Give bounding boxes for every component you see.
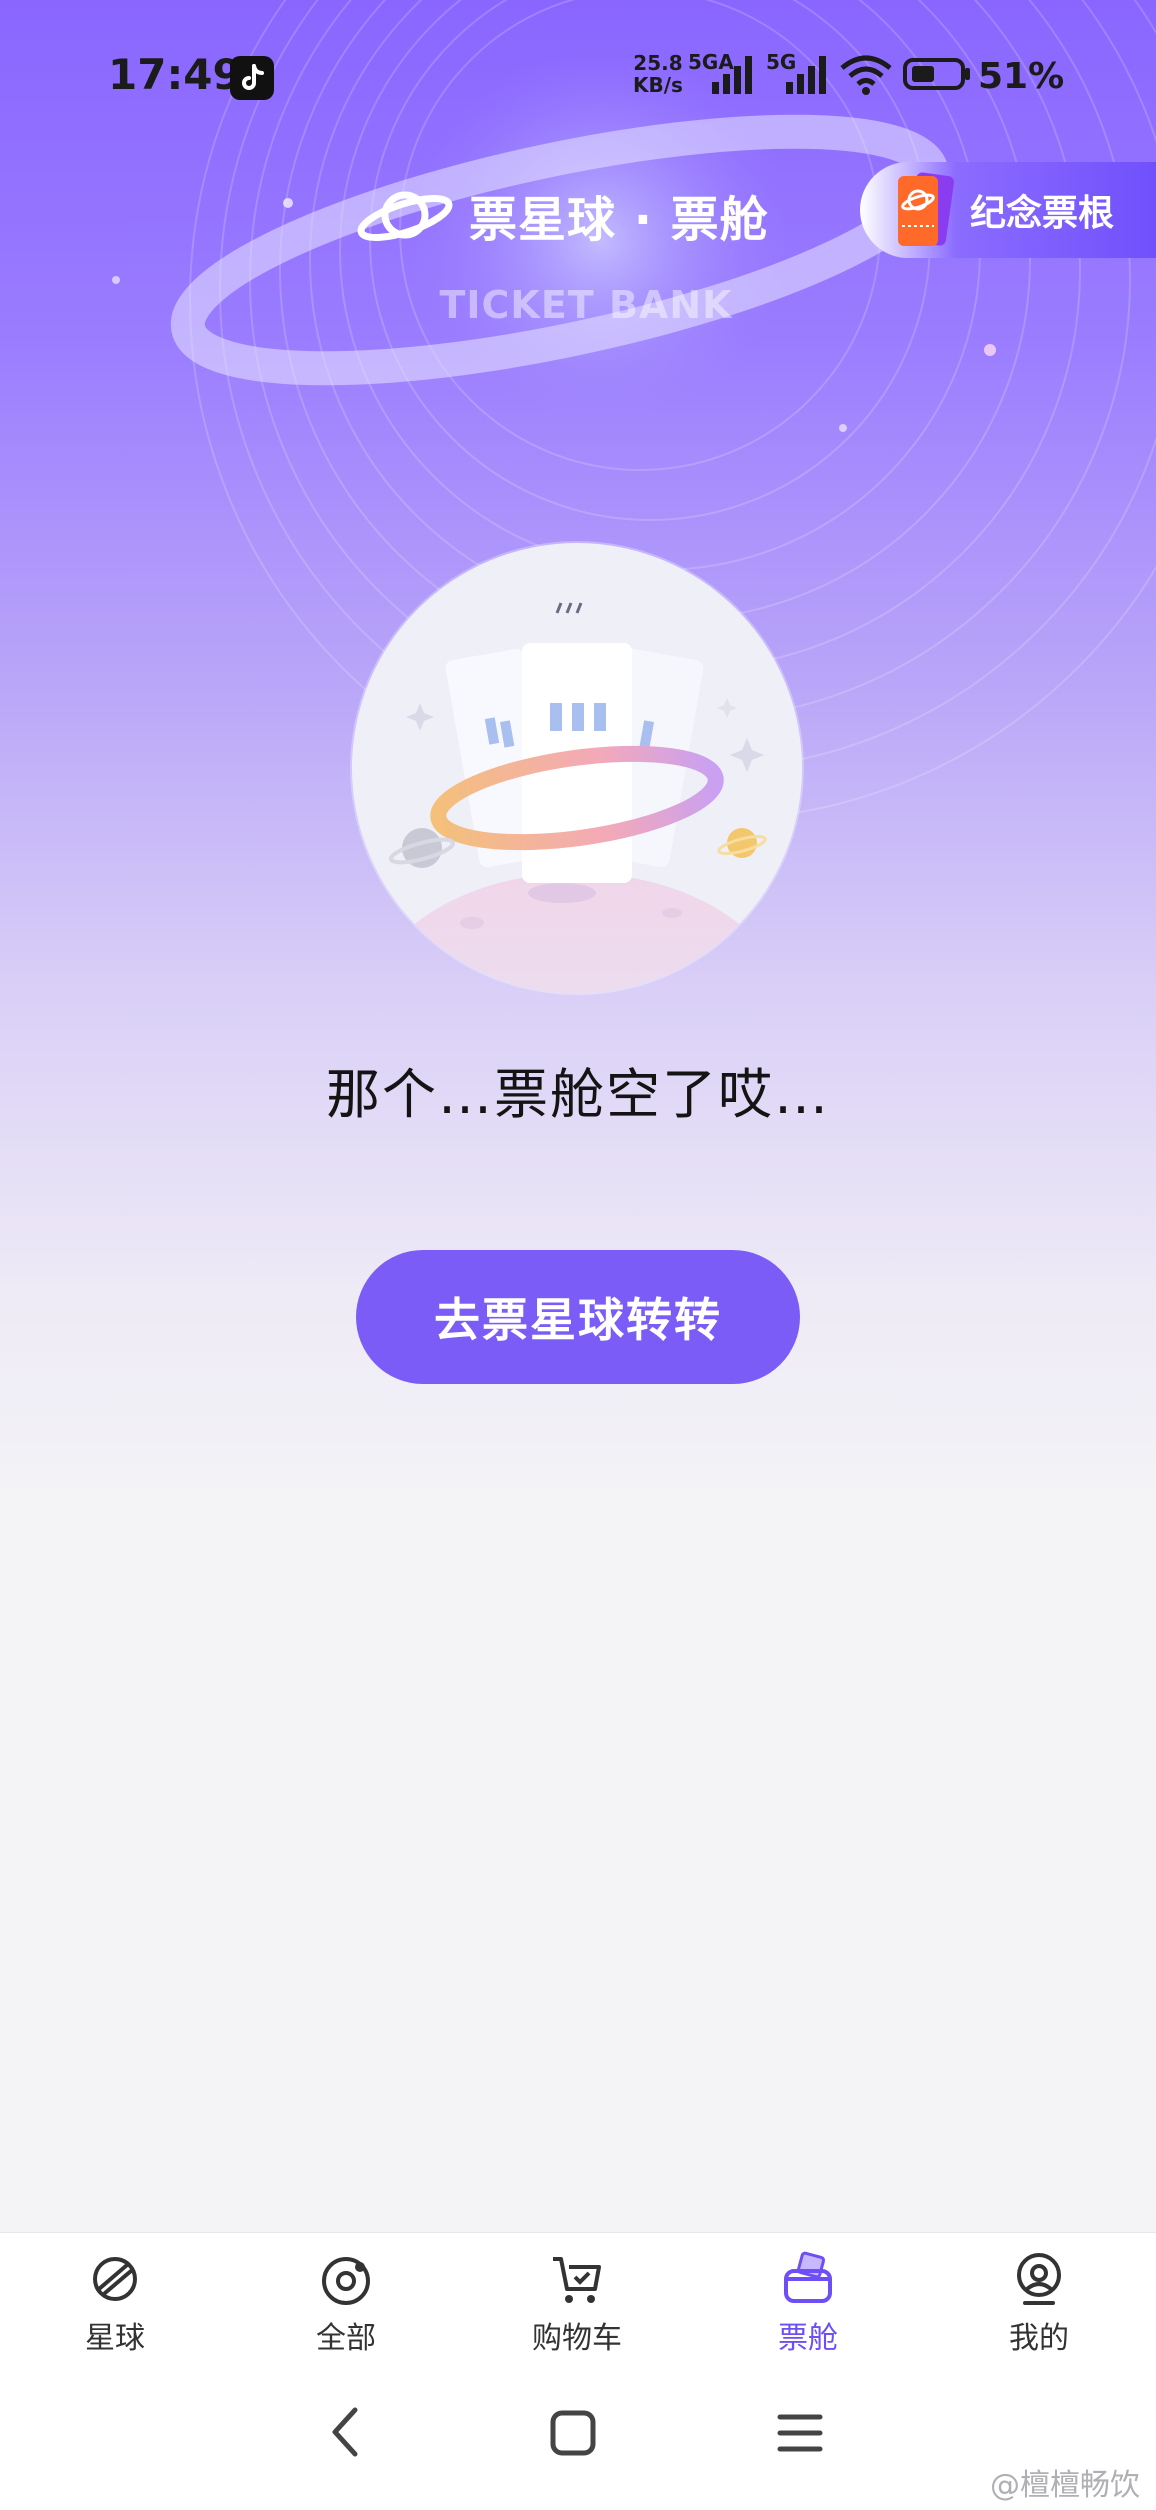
signal-icon-2	[786, 56, 826, 94]
tab-all[interactable]: 全部	[266, 2249, 426, 2357]
watermark-text: @檀檀畅饮	[990, 2468, 1140, 2503]
empty-state-message: 那个…票舱空了哎…	[326, 1063, 830, 1126]
souvenir-ticket-button[interactable]: 纪念票根	[860, 162, 1156, 258]
tab-label: 全部	[316, 2321, 376, 2356]
tab-label: 票舱	[778, 2321, 838, 2356]
battery-icon	[903, 58, 970, 90]
planet-logo-icon	[357, 191, 453, 241]
go-explore-button[interactable]: 去票星球转转	[356, 1250, 800, 1384]
network-speed-value: 25.8	[633, 51, 683, 75]
network-speed: 25.8 KB/s	[633, 52, 683, 96]
tab-ticket-wallet[interactable]: 票舱	[728, 2249, 888, 2357]
planet-icon	[93, 2257, 137, 2301]
tiktok-notification-icon	[230, 56, 274, 100]
souvenir-ticket-label: 纪念票根	[970, 193, 1115, 234]
tab-label: 星球	[85, 2321, 145, 2356]
system-navigation-bar	[0, 2382, 1156, 2510]
tab-label: 购物车	[532, 2321, 622, 2356]
wifi-icon	[840, 55, 892, 95]
status-bar: 17:49 25.8 KB/s 5GA 5G 51%	[0, 0, 1156, 150]
brand-title: 票星球 · 票舱	[355, 180, 769, 250]
bottom-tab-bar: 星球 全部 购物车 票舱 我的	[0, 2232, 1156, 2383]
profile-icon	[1017, 2253, 1061, 2305]
network-speed-unit: KB/s	[633, 73, 683, 97]
brand-text: 票星球 · 票舱	[469, 192, 769, 248]
tab-cart[interactable]: 购物车	[497, 2249, 657, 2357]
ticket-wallet-icon	[784, 2251, 832, 2303]
menu-icon[interactable]	[777, 2412, 823, 2454]
empty-ticket-illustration	[352, 543, 802, 993]
discover-icon	[322, 2257, 370, 2305]
tab-planet[interactable]: 星球	[35, 2249, 195, 2357]
page-subtitle: TICKET BANK	[439, 283, 733, 327]
cart-icon	[553, 2257, 601, 2303]
signal-icon	[712, 56, 752, 94]
tab-profile[interactable]: 我的	[959, 2249, 1119, 2357]
back-icon[interactable]	[325, 2404, 365, 2460]
status-time: 17:49	[108, 50, 242, 99]
ticket-stub-icon	[898, 172, 955, 246]
battery-percent: 51%	[978, 56, 1065, 97]
home-icon[interactable]	[550, 2410, 596, 2456]
tab-label: 我的	[1009, 2321, 1069, 2356]
